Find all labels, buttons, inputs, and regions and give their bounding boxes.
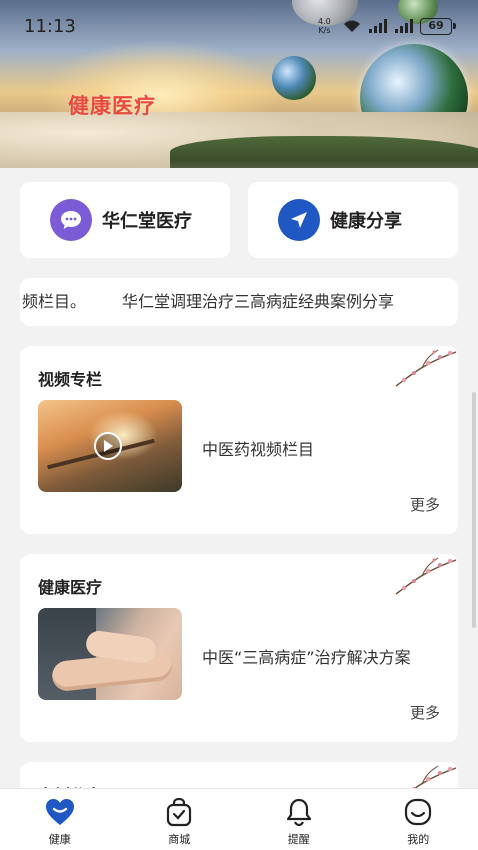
more-link[interactable]: 更多 bbox=[410, 494, 440, 515]
quick-action-label: 华仁堂医疗 bbox=[102, 211, 192, 232]
plum-blossom-icon bbox=[395, 557, 457, 595]
tab-reminder[interactable]: 提醒 bbox=[239, 789, 359, 850]
tab-label: 健康 bbox=[48, 833, 71, 846]
scrollbar[interactable] bbox=[472, 392, 476, 628]
chat-bubble-icon bbox=[50, 199, 92, 241]
health-item-title[interactable]: 中医“三高病症”治疗解决方案 bbox=[202, 644, 411, 668]
quick-action-huaren-medical[interactable]: 华仁堂医疗 bbox=[20, 182, 230, 258]
network-speed-unit: K/s bbox=[318, 26, 331, 35]
section-health-medical: 健康医疗 中医“三高病症”治疗解决方案 更多 bbox=[20, 554, 458, 742]
status-bar: 11:13 4.0 K/s 69 bbox=[0, 0, 478, 52]
tab-health[interactable]: 健康 bbox=[0, 789, 120, 850]
quick-action-label: 健康分享 bbox=[330, 211, 402, 232]
smile-face-icon bbox=[403, 797, 433, 827]
heart-icon bbox=[44, 797, 76, 827]
play-icon[interactable] bbox=[94, 432, 122, 460]
pulse-diagnosis-thumbnail[interactable] bbox=[38, 608, 182, 700]
section-title: 健康医疗 bbox=[38, 578, 103, 597]
shopping-bag-icon bbox=[164, 797, 194, 827]
signal-icon bbox=[368, 18, 390, 38]
mountain-cliff bbox=[170, 136, 478, 168]
signal-icon bbox=[394, 18, 416, 38]
plum-blossom-icon bbox=[395, 349, 457, 387]
wifi-icon bbox=[342, 18, 362, 38]
network-speed: 4.0 K/s bbox=[318, 17, 331, 35]
marquee-text: 华仁堂调理治疗三高病症经典案例分享 bbox=[122, 292, 395, 311]
battery-indicator: 69 bbox=[420, 18, 456, 35]
bottom-tab-bar: 健康 商城 提醒 我的 bbox=[0, 788, 478, 850]
tab-label: 商城 bbox=[168, 833, 191, 846]
marquee-text-tail: 频栏目。 bbox=[22, 292, 87, 311]
network-speed-value: 4.0 bbox=[318, 17, 331, 26]
globe-decoration bbox=[272, 56, 316, 100]
tab-label: 我的 bbox=[407, 833, 430, 846]
video-thumbnail[interactable] bbox=[38, 400, 182, 492]
announcement-marquee[interactable]: 频栏目。 华仁堂调理治疗三高病症经典案例分享 bbox=[20, 278, 458, 326]
video-item-title[interactable]: 中医药视频栏目 bbox=[202, 436, 314, 460]
send-arrow-icon bbox=[278, 199, 320, 241]
hero-title: 健康医疗 bbox=[68, 94, 156, 118]
marquee-track: 频栏目。 华仁堂调理治疗三高病症经典案例分享 bbox=[20, 278, 430, 326]
tab-mall[interactable]: 商城 bbox=[120, 789, 240, 850]
more-link[interactable]: 更多 bbox=[410, 702, 440, 723]
section-video-column: 视频专栏 中医药视频栏目 更多 bbox=[20, 346, 458, 534]
section-title: 视频专栏 bbox=[38, 370, 103, 389]
status-time: 11:13 bbox=[24, 16, 76, 37]
tab-mine[interactable]: 我的 bbox=[359, 789, 478, 850]
tab-label: 提醒 bbox=[287, 833, 310, 846]
quick-action-health-share[interactable]: 健康分享 bbox=[248, 182, 458, 258]
bell-icon bbox=[284, 797, 314, 827]
